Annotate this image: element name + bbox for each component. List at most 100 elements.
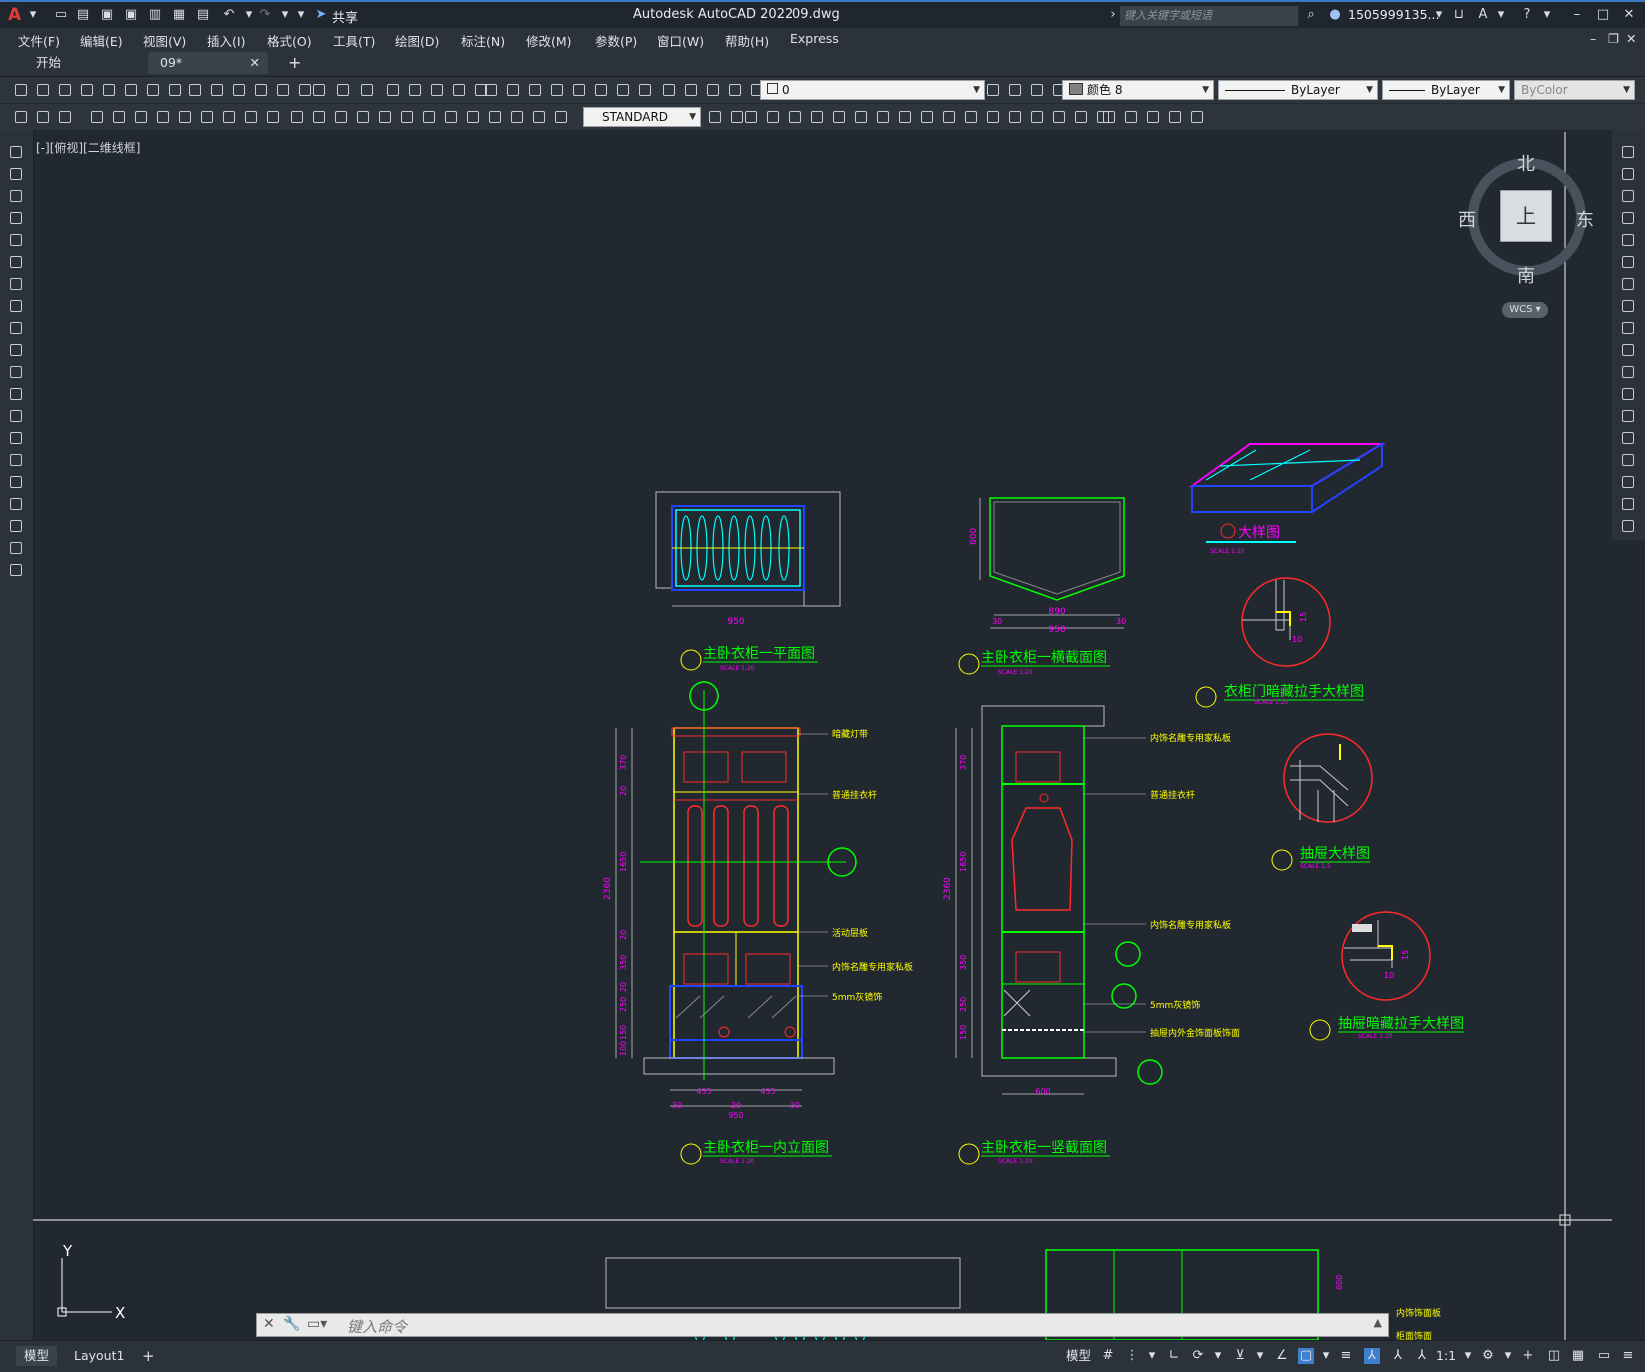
toolbar-tool-icon[interactable] bbox=[682, 81, 700, 99]
toolbar-tool-icon[interactable] bbox=[332, 108, 350, 126]
menu-edit[interactable]: 编辑(E) bbox=[80, 31, 123, 50]
save-icon[interactable]: ▣ bbox=[98, 6, 116, 24]
tab-close-icon[interactable]: ✕ bbox=[250, 52, 260, 74]
vertical-tool-icon[interactable] bbox=[1620, 364, 1636, 380]
vertical-tool-icon[interactable] bbox=[8, 540, 24, 556]
annotation-scale-icon[interactable]: ⅄ bbox=[1414, 1348, 1430, 1364]
toolbar-tool-icon[interactable] bbox=[450, 81, 468, 99]
user-icon[interactable]: ● bbox=[1326, 6, 1344, 24]
toolbar-tool-icon[interactable] bbox=[706, 108, 724, 126]
isodraft-icon[interactable]: ⊻ bbox=[1232, 1348, 1248, 1364]
toolbar-tool-icon[interactable] bbox=[442, 108, 460, 126]
vertical-tool-icon[interactable] bbox=[8, 232, 24, 248]
menu-express[interactable]: Express bbox=[790, 31, 839, 46]
color-dropdown[interactable]: 颜色 8 ▼ bbox=[1062, 80, 1214, 100]
toolbar-tool-icon[interactable] bbox=[660, 81, 678, 99]
command-line[interactable]: ✕ 🔧 ▭▾ 键入命令 ▲ bbox=[256, 1313, 1389, 1337]
toolbar-tool-icon[interactable] bbox=[166, 81, 184, 99]
autodesk-app-icon[interactable]: A bbox=[1474, 6, 1492, 24]
share-icon[interactable]: ➤ bbox=[312, 6, 330, 24]
command-recent-icon[interactable]: ▭▾ bbox=[307, 1316, 327, 1332]
share-label[interactable]: 共享 bbox=[332, 7, 358, 26]
menu-window[interactable]: 窗口(W) bbox=[657, 31, 704, 50]
print-icon[interactable]: ▤ bbox=[194, 6, 212, 24]
toolbar-tool-icon[interactable] bbox=[420, 108, 438, 126]
toolbar-tool-icon[interactable] bbox=[34, 108, 52, 126]
toolbar-tool-icon[interactable] bbox=[154, 108, 172, 126]
new-tab-button[interactable]: + bbox=[276, 52, 301, 74]
toolbar-tool-icon[interactable] bbox=[636, 81, 654, 99]
toolbar-tool-icon[interactable] bbox=[406, 81, 424, 99]
publish-icon[interactable]: ▥ bbox=[146, 6, 164, 24]
plus-icon[interactable]: + bbox=[1520, 1348, 1536, 1364]
toolbar-tool-icon[interactable] bbox=[186, 81, 204, 99]
tab-model[interactable]: 模型 bbox=[16, 1346, 58, 1366]
viewcube-south[interactable]: 南 bbox=[1517, 262, 1535, 288]
plan-view[interactable]: 950 主卧衣柜一平面图 SCALE 1:20 bbox=[655, 491, 841, 672]
toolbar-tool-icon[interactable] bbox=[230, 81, 248, 99]
toolbar-tool-icon[interactable] bbox=[786, 108, 804, 126]
linetype-dropdown[interactable]: ByLayer ▼ bbox=[1218, 80, 1378, 100]
vertical-tool-icon[interactable] bbox=[1620, 254, 1636, 270]
toolbar-tool-icon[interactable] bbox=[1050, 108, 1068, 126]
vertical-tool-icon[interactable] bbox=[1620, 232, 1636, 248]
polar-icon[interactable]: ⟳ bbox=[1190, 1348, 1206, 1364]
isolate-icon[interactable]: ◫ bbox=[1546, 1348, 1562, 1364]
vertical-tool-icon[interactable] bbox=[8, 474, 24, 490]
close-icon[interactable]: ✕ bbox=[1620, 6, 1638, 24]
toolbar-tool-icon[interactable] bbox=[132, 108, 150, 126]
vertical-section-view[interactable]: 2360 1650 370 350 250 150 600 内饰名雕专用家私板 … bbox=[943, 705, 1240, 1165]
menu-file[interactable]: 文件(F) bbox=[18, 31, 60, 50]
toolbar-tool-icon[interactable] bbox=[198, 108, 216, 126]
toolbar-tool-icon[interactable] bbox=[984, 108, 1002, 126]
toolbar-tool-icon[interactable] bbox=[726, 81, 744, 99]
vertical-tool-icon[interactable] bbox=[1620, 144, 1636, 160]
viewcube-east[interactable]: 东 bbox=[1576, 206, 1594, 232]
scale-dropdown-icon[interactable]: ▾ bbox=[1460, 1348, 1476, 1364]
vertical-tool-icon[interactable] bbox=[1620, 210, 1636, 226]
vertical-tool-icon[interactable] bbox=[8, 496, 24, 512]
user-dropdown-icon[interactable]: ▾ bbox=[1430, 6, 1448, 24]
toolbar-tool-icon[interactable] bbox=[56, 81, 74, 99]
annotation-visibility-icon[interactable]: ⅄ bbox=[1364, 1348, 1380, 1364]
vertical-tool-icon[interactable] bbox=[8, 408, 24, 424]
search-input[interactable]: 键入关键字或短语 bbox=[1120, 6, 1298, 26]
command-input[interactable]: 键入命令 bbox=[347, 1316, 407, 1337]
toolbar-tool-icon[interactable] bbox=[486, 108, 504, 126]
toolbar-tool-icon[interactable] bbox=[34, 81, 52, 99]
clean-screen-icon[interactable]: ▭ bbox=[1596, 1348, 1612, 1364]
toolbar-tool-icon[interactable] bbox=[310, 81, 328, 99]
toolbar-tool-icon[interactable] bbox=[918, 108, 936, 126]
vertical-tool-icon[interactable] bbox=[1620, 452, 1636, 468]
toolbar-tool-icon[interactable] bbox=[570, 81, 588, 99]
ortho-icon[interactable]: ∟ bbox=[1166, 1348, 1182, 1364]
toolbar-tool-icon[interactable] bbox=[984, 81, 1002, 99]
toolbar-tool-icon[interactable] bbox=[508, 108, 526, 126]
toolbar-tool-icon[interactable] bbox=[398, 108, 416, 126]
vertical-tool-icon[interactable] bbox=[1620, 518, 1636, 534]
toolbar-tool-icon[interactable] bbox=[504, 81, 522, 99]
tab-layout1[interactable]: Layout1 bbox=[66, 1346, 132, 1366]
menu-dimension[interactable]: 标注(N) bbox=[461, 31, 505, 50]
toolbar-tool-icon[interactable] bbox=[310, 108, 328, 126]
toolbar-tool-icon[interactable] bbox=[100, 81, 118, 99]
toolbar-tool-icon[interactable] bbox=[242, 108, 260, 126]
vertical-tool-icon[interactable] bbox=[1620, 386, 1636, 402]
viewcube-west[interactable]: 西 bbox=[1458, 206, 1476, 232]
annotation-scale-value[interactable]: 1:1 bbox=[1432, 1346, 1460, 1366]
object-snap-dropdown-icon[interactable]: ▾ bbox=[1318, 1348, 1334, 1364]
toolbar-tool-icon[interactable] bbox=[1188, 108, 1206, 126]
object-snap-icon[interactable]: ▢ bbox=[1298, 1348, 1314, 1364]
vertical-tool-icon[interactable] bbox=[1620, 342, 1636, 358]
door-handle-detail[interactable]: 15 10 衣柜门暗藏拉手大样图 SCALE 1:20 bbox=[1195, 577, 1364, 708]
toolbar-tool-icon[interactable] bbox=[742, 108, 760, 126]
viewcube-top-face[interactable]: 上 bbox=[1500, 190, 1552, 242]
menu-tools[interactable]: 工具(T) bbox=[333, 31, 375, 50]
toolbar-tool-icon[interactable] bbox=[1006, 108, 1024, 126]
isodraft-dropdown-icon[interactable]: ▾ bbox=[1252, 1348, 1268, 1364]
snap-dropdown-icon[interactable]: ▾ bbox=[1144, 1348, 1160, 1364]
vertical-tool-icon[interactable] bbox=[8, 210, 24, 226]
toolbar-tool-icon[interactable] bbox=[122, 81, 140, 99]
viewport-controls-label[interactable]: [-][俯视][二维线框] bbox=[36, 139, 140, 156]
vertical-tool-icon[interactable] bbox=[1620, 276, 1636, 292]
